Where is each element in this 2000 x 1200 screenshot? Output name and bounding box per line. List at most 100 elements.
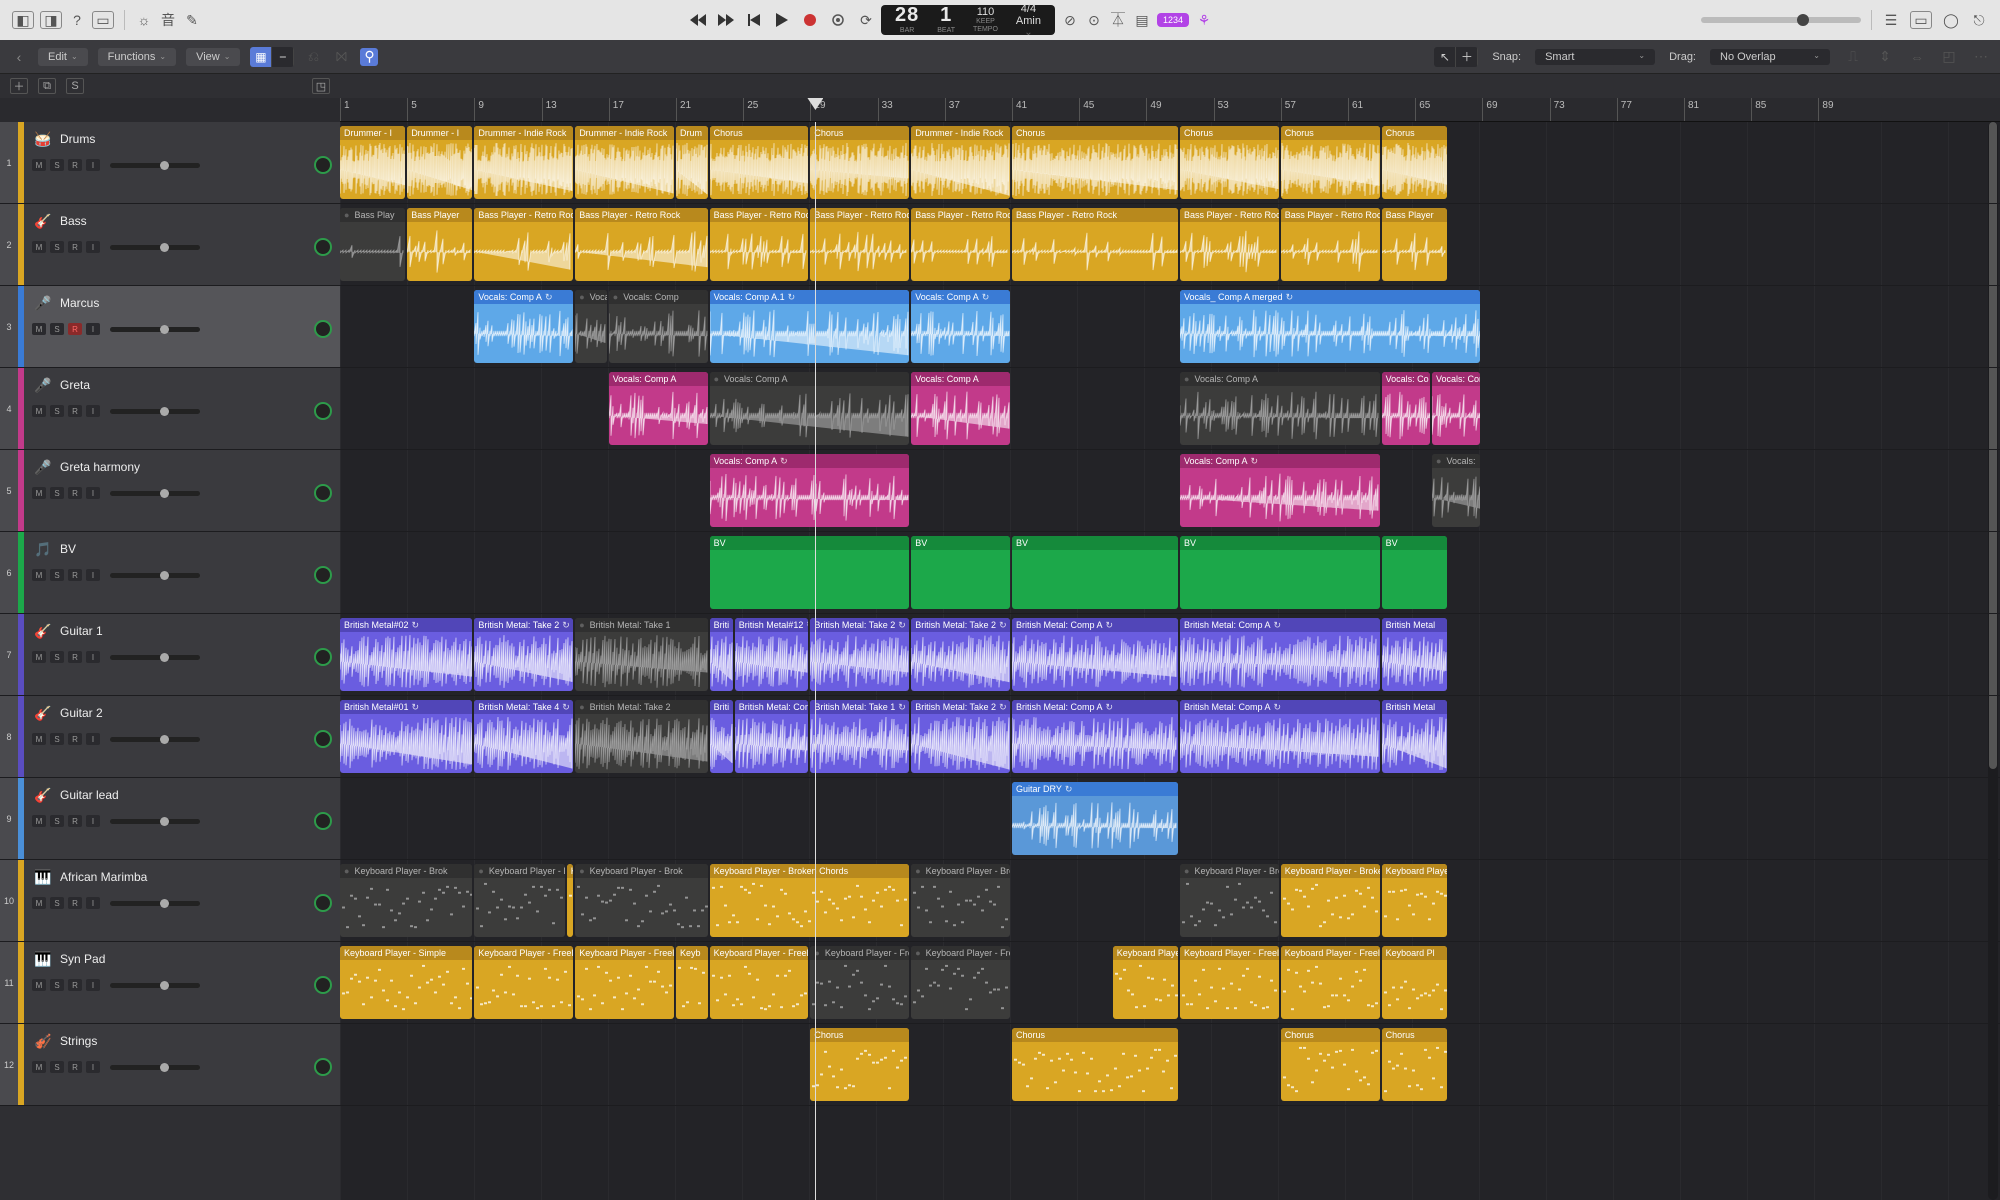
track-name[interactable]: Strings xyxy=(60,1034,97,1048)
region[interactable]: Chorus xyxy=(1012,1028,1178,1101)
mute-button[interactable]: M xyxy=(32,323,46,335)
region[interactable]: BV xyxy=(911,536,1010,609)
edit-menu[interactable]: Edit⌄ xyxy=(38,48,88,66)
record-enable-button[interactable]: R xyxy=(68,815,82,827)
go-to-start-button[interactable] xyxy=(745,11,763,29)
input-monitor-button[interactable]: I xyxy=(86,241,100,253)
region[interactable]: Vocals: Comp A xyxy=(710,454,910,527)
mute-button[interactable]: M xyxy=(32,487,46,499)
region[interactable]: Drummer - Indie Rock xyxy=(575,126,674,199)
global-solo-button[interactable]: S xyxy=(66,78,84,94)
track-lane[interactable]: BVBVBVBVBV xyxy=(340,532,2000,614)
library-toggle-icon[interactable]: ◧ xyxy=(12,11,34,29)
solo-button[interactable]: S xyxy=(50,897,64,909)
region[interactable]: Vocals: xyxy=(1432,454,1480,527)
track-header[interactable]: 10 🎹 African Marimba M S R I xyxy=(0,860,340,942)
region[interactable]: Bass Player xyxy=(1382,208,1447,281)
region[interactable]: Chorus xyxy=(1382,1028,1447,1101)
track-lane[interactable]: Drummer - IDrummer - IDrummer - Indie Ro… xyxy=(340,122,2000,204)
waveform-zoom-icon[interactable]: ⎍ xyxy=(1844,48,1862,66)
duplicate-track-button[interactable]: ⧉ xyxy=(38,78,56,94)
solo-button[interactable]: S xyxy=(50,159,64,171)
record-enable-button[interactable]: R xyxy=(68,241,82,253)
region[interactable]: Keyboard Player - Freely xyxy=(911,946,1010,1019)
track-volume-slider[interactable] xyxy=(110,901,200,906)
region[interactable]: Vocals: Comp A xyxy=(911,290,1010,363)
region[interactable]: British Metal: Comp A xyxy=(1180,700,1380,773)
mute-button[interactable]: M xyxy=(32,651,46,663)
region[interactable]: Chorus xyxy=(1180,126,1279,199)
track-name[interactable]: Syn Pad xyxy=(60,952,105,966)
region[interactable]: Bass Player - Retro Rock xyxy=(1180,208,1279,281)
region[interactable]: Keyboard Player - Brok xyxy=(1180,864,1279,937)
region[interactable]: British Metal#12 xyxy=(735,618,809,691)
track-volume-slider[interactable] xyxy=(110,819,200,824)
autopunch-icon[interactable]: ⊙ xyxy=(1085,11,1103,29)
snap-select[interactable]: Smart ⌄ xyxy=(1535,49,1655,65)
track-volume-slider[interactable] xyxy=(110,655,200,660)
horizontal-zoom-icon[interactable]: ⇔ xyxy=(1908,48,1926,66)
region[interactable]: British Metal#02 xyxy=(340,618,472,691)
region[interactable]: Vocals: Comp A xyxy=(911,372,1010,445)
solo-button[interactable]: S xyxy=(50,651,64,663)
input-monitor-button[interactable]: I xyxy=(86,733,100,745)
record-enable-button[interactable]: R xyxy=(68,733,82,745)
repeat-icon[interactable]: ⟳ xyxy=(857,11,875,29)
region[interactable]: Vocals: Comp A xyxy=(710,372,910,445)
record-enable-button[interactable]: R xyxy=(68,405,82,417)
region[interactable]: BV xyxy=(710,536,910,609)
record-enable-button[interactable]: R xyxy=(68,897,82,909)
link-icon[interactable]: ⚲ xyxy=(360,48,378,66)
people-icon[interactable]: ⚘ xyxy=(1195,11,1213,29)
region[interactable]: Keyboard Player - Broken Chords xyxy=(710,864,910,937)
region[interactable]: Chorus xyxy=(810,1028,909,1101)
region[interactable]: Vocals: Comp A.1 xyxy=(710,290,910,363)
view-menu[interactable]: View⌄ xyxy=(186,48,240,66)
mute-button[interactable]: M xyxy=(32,733,46,745)
track-header[interactable]: 7 🎸 Guitar 1 M S R I xyxy=(0,614,340,696)
input-monitor-button[interactable]: I xyxy=(86,569,100,581)
record-enable-button[interactable]: R xyxy=(68,979,82,991)
region[interactable]: Bass Player - Retro Rock xyxy=(911,208,1010,281)
track-lane[interactable]: Vocals: Comp AVocals: Comp AVocals: xyxy=(340,450,2000,532)
region[interactable]: Vocals: Comp A xyxy=(1180,372,1380,445)
track-volume-slider[interactable] xyxy=(110,737,200,742)
solo-button[interactable]: S xyxy=(50,1061,64,1073)
replace-icon[interactable]: ⊘ xyxy=(1061,11,1079,29)
input-monitor-button[interactable]: I xyxy=(86,1061,100,1073)
mute-button[interactable]: M xyxy=(32,159,46,171)
track-header[interactable]: 11 🎹 Syn Pad M S R I xyxy=(0,942,340,1024)
track-volume-slider[interactable] xyxy=(110,1065,200,1070)
region[interactable]: Chorus xyxy=(810,126,909,199)
region[interactable]: Drummer - Indie Rock xyxy=(474,126,573,199)
track-header[interactable]: 6 🎵 BV M S R I xyxy=(0,532,340,614)
region[interactable]: Chorus xyxy=(1281,126,1380,199)
track-name[interactable]: Guitar 2 xyxy=(60,706,103,720)
region[interactable]: BV xyxy=(1012,536,1178,609)
region[interactable]: Keyboard Pl xyxy=(1382,946,1447,1019)
track-name[interactable]: BV xyxy=(60,542,76,556)
record-enable-button[interactable]: R xyxy=(68,159,82,171)
more-icon[interactable]: ⋯ xyxy=(1972,48,1990,66)
edit-pencil-icon[interactable]: ✎ xyxy=(183,11,201,29)
region[interactable]: Bass Player - Retro Rock xyxy=(710,208,809,281)
cycle-button[interactable] xyxy=(829,11,847,29)
region[interactable]: Vocals: Comp xyxy=(575,290,607,363)
input-monitor-button[interactable]: I xyxy=(86,651,100,663)
play-button[interactable] xyxy=(773,11,791,29)
solo-button[interactable]: S xyxy=(50,405,64,417)
region[interactable]: Keyboard Player - Freely xyxy=(575,946,674,1019)
track-name[interactable]: Marcus xyxy=(60,296,99,310)
loop-browser-icon[interactable]: ◯ xyxy=(1942,11,1960,29)
mute-button[interactable]: M xyxy=(32,569,46,581)
solo-button[interactable]: S xyxy=(50,323,64,335)
region[interactable]: Bass Player - Retro Rock xyxy=(1012,208,1178,281)
input-monitor-button[interactable]: I xyxy=(86,979,100,991)
region[interactable]: BV xyxy=(1180,536,1380,609)
region[interactable]: Bass Player - Retro Rock xyxy=(810,208,909,281)
track-name[interactable]: African Marimba xyxy=(60,870,147,884)
region[interactable]: Keyboard Player - Freely xyxy=(1180,946,1279,1019)
mute-button[interactable]: M xyxy=(32,1061,46,1073)
input-monitor-button[interactable]: I xyxy=(86,815,100,827)
mute-button[interactable]: M xyxy=(32,897,46,909)
